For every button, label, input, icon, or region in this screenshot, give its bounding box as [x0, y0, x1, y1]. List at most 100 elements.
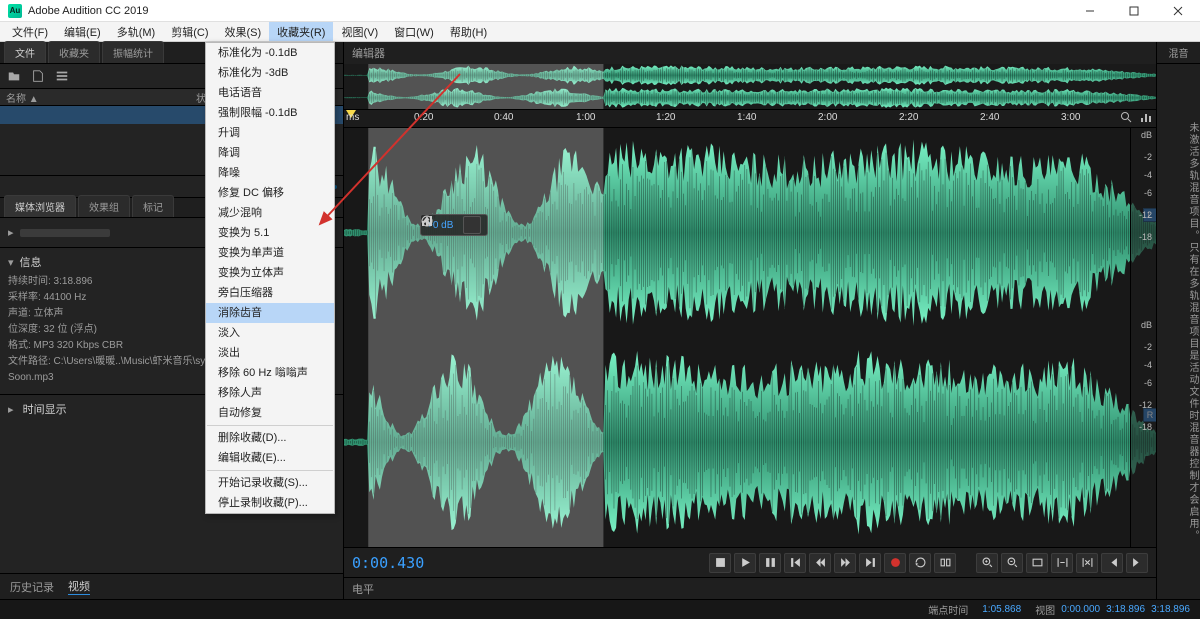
browser-content [20, 229, 110, 237]
tab-markers[interactable]: 标记 [132, 195, 174, 217]
minimize-button[interactable] [1068, 0, 1112, 22]
open-file-icon[interactable] [6, 68, 22, 84]
ruler-tick: 1:40 [737, 112, 756, 123]
db-mark: -4 [1144, 360, 1152, 370]
favorites-item[interactable]: 变换为单声道 [206, 243, 334, 263]
tab-history[interactable]: 历史记录 [10, 579, 54, 595]
zoom-out-button[interactable] [1001, 553, 1023, 573]
overview-waveform[interactable] [344, 64, 1156, 110]
menu-window[interactable]: 窗口(W) [386, 22, 442, 41]
tab-video[interactable]: 视频 [68, 578, 90, 595]
favorites-item[interactable]: 移除 60 Hz 嗡嗡声 [206, 363, 334, 383]
levels-label: 电平 [352, 581, 374, 597]
go-start-button[interactable] [784, 553, 806, 573]
timeline-ruler[interactable]: ms0:200:401:001:201:402:002:202:403:00 [344, 110, 1156, 128]
tab-amplitude-stats[interactable]: 振幅统计 [102, 41, 164, 63]
info-title: 信息 [20, 254, 42, 270]
status-view-dur: 3:18.896 [1151, 604, 1190, 615]
favorites-item[interactable]: 降调 [206, 143, 334, 163]
favorites-item[interactable]: 标准化为 -0.1dB [206, 43, 334, 63]
favorites-item[interactable]: 修复 DC 偏移 [206, 183, 334, 203]
favorites-item[interactable]: 淡入 [206, 323, 334, 343]
left-bottom-tabs: 历史记录 视频 [0, 573, 343, 599]
gain-hud[interactable]: +0 dB [420, 214, 488, 236]
db-mark: -6 [1144, 188, 1152, 198]
db-mark: -6 [1144, 378, 1152, 388]
window-controls [1068, 0, 1200, 22]
waveform-display[interactable]: +0 dB L R dB-2-4-6-12-18dB-2-4-6-12-18 [344, 128, 1156, 547]
app-body: 文件 收藏夹 振幅统计 名称 ▲ 状态 持续时间 3:18.896 [0, 42, 1200, 619]
favorites-item[interactable]: 强制限幅 -0.1dB [206, 103, 334, 123]
favorites-item[interactable]: 变换为 5.1 [206, 223, 334, 243]
zoom-next-button[interactable] [1126, 553, 1148, 573]
favorites-item[interactable]: 电话语音 [206, 83, 334, 103]
favorites-item[interactable]: 停止录制收藏(P)... [206, 493, 334, 513]
chevron-right-icon[interactable]: ▸ [8, 226, 14, 239]
favorites-item[interactable]: 减少混响 [206, 203, 334, 223]
menu-help[interactable]: 帮助(H) [442, 22, 495, 41]
spectral-icon[interactable] [1140, 111, 1152, 126]
favorites-item[interactable]: 淡出 [206, 343, 334, 363]
favorites-item[interactable]: 自动修复 [206, 403, 334, 423]
zoom-sel-out-button[interactable] [1076, 553, 1098, 573]
db-mark: -2 [1144, 342, 1152, 352]
ruler-tick: 2:00 [818, 112, 837, 123]
titlebar: Adobe Audition CC 2019 [0, 0, 1200, 22]
new-file-icon[interactable] [30, 68, 46, 84]
zoom-full-button[interactable] [1026, 553, 1048, 573]
menu-clip[interactable]: 剪辑(C) [163, 22, 216, 41]
zoom-prev-button[interactable] [1101, 553, 1123, 573]
record-button[interactable] [884, 553, 906, 573]
favorites-item[interactable]: 删除收藏(D)... [206, 428, 334, 448]
time-display-title: 时间显示 [23, 404, 67, 416]
favorites-item[interactable]: 标准化为 -3dB [206, 63, 334, 83]
transport-bar: 0:00.430 [344, 547, 1156, 577]
menu-effects[interactable]: 效果(S) [217, 22, 270, 41]
ruler-tick: 0:20 [414, 112, 433, 123]
chevron-right-icon[interactable]: ▸ [8, 404, 14, 416]
zoom-in-button[interactable] [976, 553, 998, 573]
favorites-item[interactable]: 降噪 [206, 163, 334, 183]
tab-files[interactable]: 文件 [4, 41, 46, 63]
tab-effects-rack[interactable]: 效果组 [78, 195, 130, 217]
tab-favorites[interactable]: 收藏夹 [48, 41, 100, 63]
menu-file[interactable]: 文件(F) [4, 22, 56, 41]
ruler-tick: 2:40 [980, 112, 999, 123]
favorites-item[interactable]: 移除人声 [206, 383, 334, 403]
menu-favorites[interactable]: 收藏夹(R) [269, 22, 333, 41]
favorites-dropdown[interactable]: 标准化为 -0.1dB标准化为 -3dB电话语音强制限幅 -0.1dB升调降调降… [205, 42, 335, 514]
status-view-label: 视图 [1035, 602, 1055, 617]
status-endpoint-label: 端点时间 [928, 602, 968, 617]
loop-button[interactable] [909, 553, 931, 573]
rewind-button[interactable] [809, 553, 831, 573]
search-icon[interactable] [1120, 111, 1132, 126]
status-view-start: 0:00.000 [1061, 604, 1100, 615]
pin-button[interactable] [463, 216, 481, 234]
favorites-item[interactable]: 变换为立体声 [206, 263, 334, 283]
stop-button[interactable] [709, 553, 731, 573]
favorites-item[interactable]: 升调 [206, 123, 334, 143]
skip-selection-button[interactable] [934, 553, 956, 573]
favorites-item[interactable]: 编辑收藏(E)... [206, 448, 334, 468]
maximize-button[interactable] [1112, 0, 1156, 22]
zoom-sel-in-button[interactable] [1051, 553, 1073, 573]
go-end-button[interactable] [859, 553, 881, 573]
db-scale: dB-2-4-6-12-18dB-2-4-6-12-18 [1130, 128, 1156, 547]
app-icon [8, 4, 22, 18]
forward-button[interactable] [834, 553, 856, 573]
tab-media-browser[interactable]: 媒体浏览器 [4, 195, 76, 217]
app-title: Adobe Audition CC 2019 [28, 5, 148, 17]
db-mark: -4 [1144, 170, 1152, 180]
chevron-down-icon[interactable]: ▾ [8, 256, 14, 269]
favorites-item[interactable]: 消除齿音 [206, 303, 334, 323]
menu-edit[interactable]: 编辑(E) [56, 22, 109, 41]
multitrack-icon[interactable] [54, 68, 70, 84]
menu-view[interactable]: 视图(V) [333, 22, 386, 41]
col-name[interactable]: 名称 ▲ [6, 90, 156, 105]
favorites-item[interactable]: 开始记录收藏(S)... [206, 473, 334, 493]
play-button[interactable] [734, 553, 756, 573]
favorites-item[interactable]: 旁白压缩器 [206, 283, 334, 303]
pause-button[interactable] [759, 553, 781, 573]
menu-multitrack[interactable]: 多轨(M) [109, 22, 164, 41]
close-button[interactable] [1156, 0, 1200, 22]
